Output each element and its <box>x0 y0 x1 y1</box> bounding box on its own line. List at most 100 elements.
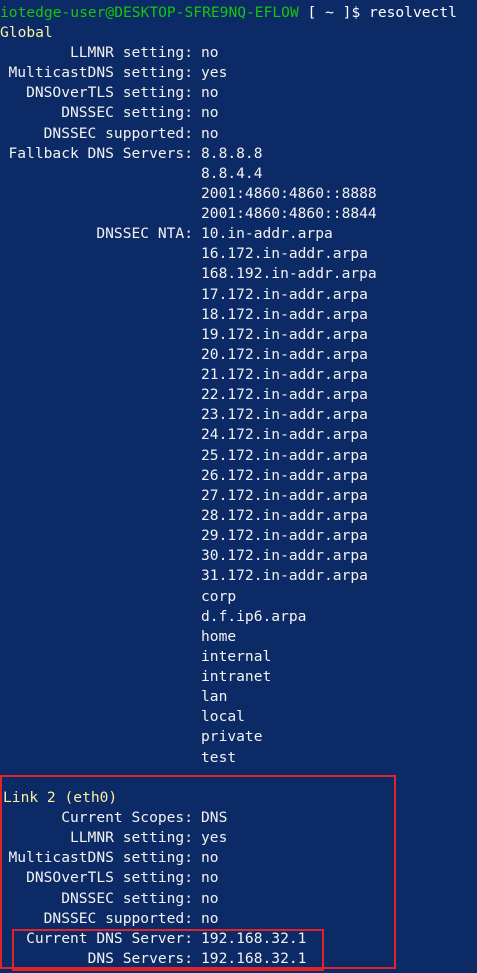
command-text: resolvectl <box>369 4 457 21</box>
global-setting-line: 28.172.in-addr.arpa <box>0 506 368 526</box>
global-setting-value: no <box>201 124 219 142</box>
global-setting-line: 24.172.in-addr.arpa <box>0 425 368 445</box>
global-setting-value: 17.172.in-addr.arpa <box>201 285 368 303</box>
global-setting-line: LLMNR setting: no <box>0 43 219 63</box>
global-setting-value: 168.192.in-addr.arpa <box>201 265 377 283</box>
prompt-user-host: iotedge-user@DESKTOP-SFRE9NQ-EFLOW <box>0 4 299 21</box>
global-setting-line: corp <box>0 587 236 607</box>
link-setting-key: DNS Servers: <box>87 949 193 967</box>
link-setting-key: MulticastDNS setting: <box>8 849 193 867</box>
global-setting-line: MulticastDNS setting: yes <box>0 63 227 83</box>
global-setting-value: 24.172.in-addr.arpa <box>201 426 368 444</box>
global-setting-line: 2001:4860:4860::8844 <box>0 204 377 224</box>
prompt-line: iotedge-user@DESKTOP-SFRE9NQ-EFLOW [ ~ ]… <box>0 3 457 23</box>
global-setting-line: 8.8.4.4 <box>0 164 263 184</box>
global-setting-value: 28.172.in-addr.arpa <box>201 506 368 524</box>
global-setting-line: 30.172.in-addr.arpa <box>0 546 368 566</box>
link-setting-value: no <box>201 909 219 927</box>
link-setting-key: LLMNR setting: <box>69 829 193 847</box>
global-section-header: Global <box>0 24 53 41</box>
link-setting-value: 192.168.32.1 <box>201 949 307 967</box>
global-setting-line: DNSOverTLS setting: no <box>0 83 219 103</box>
global-setting-value: 30.172.in-addr.arpa <box>201 547 368 565</box>
global-setting-value: yes <box>201 64 228 82</box>
global-setting-value: test <box>201 748 237 766</box>
global-setting-value: 18.172.in-addr.arpa <box>201 305 368 323</box>
global-setting-value: no <box>201 104 219 122</box>
link-setting-line: DNSSEC setting: no <box>0 889 218 909</box>
global-setting-value: 21.172.in-addr.arpa <box>201 366 368 384</box>
link-setting-key: DNSOverTLS setting: <box>26 869 193 887</box>
global-setting-line: DNSSEC setting: no <box>0 103 218 123</box>
link-setting-key: DNSSEC setting: <box>61 889 193 907</box>
global-setting-line: Fallback DNS Servers: 8.8.8.8 <box>0 144 262 164</box>
global-setting-line: test <box>0 748 236 768</box>
global-setting-line: 29.172.in-addr.arpa <box>0 526 368 546</box>
global-setting-key: DNSSEC NTA: <box>96 225 193 243</box>
global-setting-value: no <box>201 84 219 102</box>
global-setting-key: DNSSEC setting: <box>61 104 193 122</box>
link-setting-value: no <box>201 849 219 867</box>
global-setting-value: 29.172.in-addr.arpa <box>201 527 368 545</box>
global-setting-line: 168.192.in-addr.arpa <box>0 264 377 284</box>
global-setting-value: 2001:4860:4860::8844 <box>201 205 377 223</box>
global-setting-value: 25.172.in-addr.arpa <box>201 446 368 464</box>
global-setting-line: local <box>0 707 245 727</box>
global-setting-line: d.f.ip6.arpa <box>0 607 306 627</box>
global-setting-value: 22.172.in-addr.arpa <box>201 386 368 404</box>
link-setting-value: no <box>201 889 219 907</box>
link-section-header: Link 2 (eth0) <box>3 789 118 806</box>
link-setting-key: Current DNS Server: <box>26 929 193 947</box>
global-setting-line: 17.172.in-addr.arpa <box>0 285 368 305</box>
global-setting-line: 20.172.in-addr.arpa <box>0 345 368 365</box>
global-setting-line: intranet <box>0 667 271 687</box>
link-setting-key: DNSSEC supported: <box>43 909 193 927</box>
global-setting-key: LLMNR setting: <box>69 44 193 61</box>
global-setting-value: 10.in-addr.arpa <box>201 225 333 243</box>
global-setting-value: no <box>201 44 219 61</box>
global-setting-value: 8.8.8.8 <box>201 144 263 162</box>
global-setting-key: MulticastDNS setting: <box>8 64 193 82</box>
global-setting-key: DNSOverTLS setting: <box>26 84 193 102</box>
link-setting-line: LLMNR setting: yes <box>0 828 227 848</box>
link-setting-line: DNSOverTLS setting: no <box>0 868 219 888</box>
global-setting-value: corp <box>201 587 237 605</box>
link-setting-value: DNS <box>201 809 228 826</box>
link-setting-line: DNS Servers: 192.168.32.1 <box>0 949 307 969</box>
global-setting-value: 8.8.4.4 <box>201 164 263 182</box>
global-setting-value: intranet <box>201 668 272 686</box>
global-setting-value: d.f.ip6.arpa <box>201 607 307 625</box>
global-setting-key: Fallback DNS Servers: <box>8 144 193 162</box>
link-setting-line: Current Scopes: DNS <box>0 808 227 828</box>
global-setting-line: 21.172.in-addr.arpa <box>0 365 368 385</box>
global-setting-line: 19.172.in-addr.arpa <box>0 325 368 345</box>
global-setting-value: internal <box>201 647 272 665</box>
global-setting-value: 19.172.in-addr.arpa <box>201 325 368 343</box>
link-setting-value: 192.168.32.1 <box>201 929 307 947</box>
global-setting-line: DNSSEC supported: no <box>0 124 219 144</box>
link-setting-value: no <box>201 869 219 887</box>
global-setting-line: 25.172.in-addr.arpa <box>0 446 368 466</box>
global-setting-line: 18.172.in-addr.arpa <box>0 305 368 325</box>
global-setting-line: internal <box>0 647 271 667</box>
link-setting-line: MulticastDNS setting: no <box>0 848 218 868</box>
global-setting-line: 26.172.in-addr.arpa <box>0 466 368 486</box>
global-setting-value: 26.172.in-addr.arpa <box>201 466 368 484</box>
global-setting-line: 22.172.in-addr.arpa <box>0 385 368 405</box>
global-setting-line: private <box>0 727 263 747</box>
prompt-path: [ ~ ]$ <box>298 4 370 21</box>
global-setting-value: 31.172.in-addr.arpa <box>201 567 368 585</box>
link-setting-line: Current DNS Server: 192.168.32.1 <box>0 929 306 949</box>
global-setting-value: 16.172.in-addr.arpa <box>201 245 368 263</box>
global-setting-line: 31.172.in-addr.arpa <box>0 566 368 586</box>
global-setting-line: home <box>0 627 236 647</box>
global-setting-key: DNSSEC supported: <box>43 124 193 142</box>
global-setting-line: 27.172.in-addr.arpa <box>0 486 368 506</box>
global-setting-line: 23.172.in-addr.arpa <box>0 405 368 425</box>
global-setting-line: lan <box>0 687 227 707</box>
link-setting-value: yes <box>201 829 228 847</box>
global-setting-value: 20.172.in-addr.arpa <box>201 345 368 363</box>
global-setting-value: lan <box>201 688 228 706</box>
global-setting-line: DNSSEC NTA: 10.in-addr.arpa <box>0 224 332 244</box>
global-setting-value: 23.172.in-addr.arpa <box>201 406 368 424</box>
